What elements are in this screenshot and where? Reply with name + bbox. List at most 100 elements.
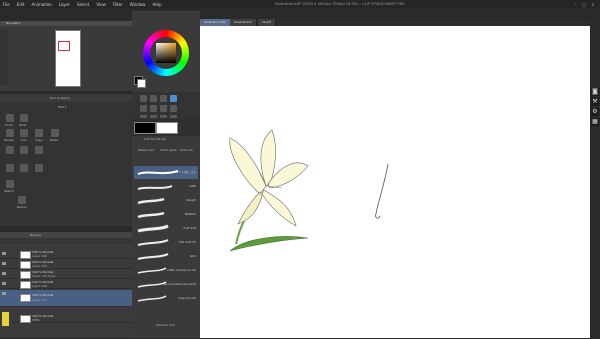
select-tool-icon[interactable] (160, 95, 167, 102)
leaf-shape (229, 236, 309, 252)
layer-mode: 100 % Normal (32, 293, 54, 297)
return-label: Return (17, 205, 27, 209)
menu-bar: File Edit Animation Layer Select View Fi… (0, 0, 203, 9)
eye-icon[interactable] (2, 282, 6, 285)
app-title: Illustration1DP (2000 x 3000px 350dpi 16… (275, 2, 405, 6)
tool-icon-2[interactable] (20, 146, 28, 154)
lily-artwork (229, 129, 389, 252)
sketch-icon[interactable] (6, 180, 14, 188)
sub-color-swatch[interactable] (137, 79, 146, 88)
canvas-tab-1[interactable]: Illustration1DP (200, 19, 232, 26)
tool-property-title: Tool property (50, 96, 70, 100)
brush-tool-icon[interactable] (170, 105, 177, 112)
layer-panel: Normal 100 % Normal Layer 146 100 % Norm… (0, 232, 132, 338)
paste-icon[interactable] (51, 129, 59, 137)
sketch-line (375, 163, 389, 219)
grid-icon[interactable]: ▦ (591, 118, 599, 126)
sub-color-box[interactable] (156, 122, 178, 134)
gear-icon[interactable]: ⚙ (591, 108, 599, 116)
wrench-icon[interactable]: ⚒ (591, 98, 599, 106)
layer-name: Layer 146 (32, 254, 48, 258)
tool-icon-3[interactable] (35, 146, 43, 154)
petal-shape (237, 191, 263, 225)
eye-icon[interactable] (2, 292, 6, 295)
sketch-label: Sketch (4, 189, 15, 193)
return-icon[interactable] (18, 196, 26, 204)
canvas-tabs: Illustration1DP Illustration2 Illust3 (200, 19, 590, 26)
brush-panel: Sub Tool Brush Watercolor Thick paint Ai… (132, 136, 200, 338)
right-toolbar: ◙ ⚒ ⚙ ▦ (590, 26, 600, 338)
copy-icon[interactable] (35, 129, 43, 137)
layer-thumbnail (20, 251, 31, 259)
menu-help[interactable]: Help (153, 2, 162, 7)
navigator-tools (0, 30, 8, 85)
zoom-tool-icon[interactable] (140, 95, 147, 102)
petal-shape (261, 189, 297, 227)
move-tool-icon[interactable] (150, 95, 157, 102)
eye-icon[interactable] (2, 272, 6, 275)
eyedropper-tool-icon[interactable] (140, 105, 147, 112)
delete-label: Delete (4, 138, 14, 142)
layer-thumbnail (20, 294, 31, 302)
undo-label: Undo (5, 123, 13, 127)
eye-icon[interactable] (2, 252, 6, 255)
close-button[interactable]: × (590, 2, 596, 7)
navigator-preview[interactable] (55, 30, 81, 87)
layer-row[interactable]: 100 % Normal Layer 146 (0, 250, 132, 259)
menu-filter[interactable]: Filter (113, 2, 123, 7)
menu-animation[interactable]: Animation (31, 2, 51, 7)
tool-icon-6[interactable] (35, 164, 43, 172)
canvas-tab-2[interactable]: Illustration2 (230, 19, 257, 26)
color-wheel-panel (132, 11, 200, 95)
delete-icon[interactable] (6, 129, 14, 137)
redo-icon[interactable] (20, 114, 28, 122)
undo-icon[interactable] (6, 114, 14, 122)
cut-label: Cut (21, 138, 27, 142)
camera-icon[interactable]: ◙ (591, 88, 599, 96)
eye-icon[interactable] (2, 262, 6, 265)
tool-icon-5[interactable] (20, 164, 28, 172)
tool-icon-1[interactable] (6, 146, 14, 154)
menu-view[interactable]: View (96, 2, 106, 7)
tool-property-header: Tool property (0, 94, 132, 102)
menu-file[interactable]: File (3, 2, 10, 7)
maximize-button[interactable]: □ (581, 2, 587, 7)
color-square[interactable] (156, 43, 176, 63)
layer-row[interactable]: 100 % Normal Layer 144 (0, 280, 132, 289)
canvas-tab-3[interactable]: Illust3 (258, 19, 277, 26)
main-color-box[interactable] (134, 122, 156, 134)
tool-property-panel: Edit 1 Undo Redo Delete Cut Copy Paste S… (0, 102, 132, 226)
menu-edit[interactable]: Edit (17, 2, 25, 7)
navigator-tab[interactable]: Navigator (0, 21, 132, 26)
operation-tool-icon[interactable] (170, 95, 177, 102)
layer-name: Layer 145 (32, 264, 48, 268)
minimize-button[interactable]: – (572, 2, 578, 7)
layer-thumbnail (20, 271, 31, 279)
layer-toolbar (0, 238, 132, 244)
brush-strokes (137, 170, 179, 302)
color-label-marker (2, 312, 9, 326)
menu-select[interactable]: Select (77, 2, 89, 7)
redo-label: Redo (19, 123, 27, 127)
pen-tool-icon[interactable] (150, 105, 157, 112)
color-bar (132, 118, 200, 136)
layer-row[interactable]: 100 % Normal Layer 145 (0, 260, 132, 269)
layer-name: Layer 144 Copy (32, 274, 56, 278)
layer-name: PKE1 (32, 318, 40, 322)
layer-thumbnail (20, 315, 31, 323)
layer-name: Layer 144 (32, 284, 48, 288)
layer-row[interactable]: 100 % Normal Layer 144 Copy (0, 270, 132, 279)
view-rect[interactable] (58, 41, 70, 51)
petal-shape (229, 137, 267, 195)
drawing-canvas[interactable] (200, 26, 590, 338)
menu-window[interactable]: Window (130, 2, 146, 7)
layer-thumbnail (20, 281, 31, 289)
cut-icon[interactable] (20, 129, 28, 137)
menu-layer[interactable]: Layer (59, 2, 70, 7)
pencil-tool-icon[interactable] (160, 105, 167, 112)
layer-row[interactable]: 100 % Normal PKE1 (12, 314, 132, 323)
tool-icon-4[interactable] (6, 164, 14, 172)
layer-row-selected[interactable]: 100 % Normal Layer 147 (0, 290, 132, 307)
layer-name: Layer 147 (32, 298, 48, 302)
blend-mode-select[interactable]: Normal (30, 233, 41, 237)
